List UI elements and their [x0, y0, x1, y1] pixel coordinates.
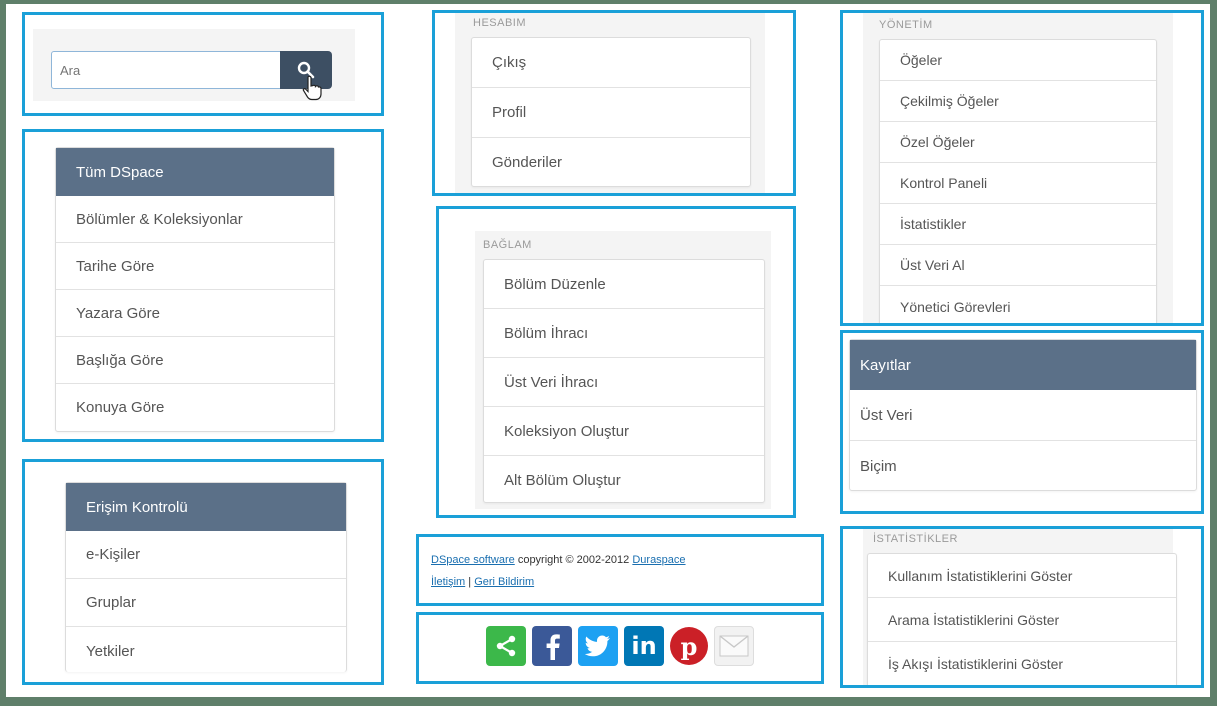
facebook-icon[interactable] [532, 626, 572, 666]
search-panel [22, 12, 384, 116]
statistics-section-label: İSTATİSTİKLER [873, 533, 958, 545]
browse-item-by-title[interactable]: Başlığa Göre [56, 337, 334, 384]
admin-section-label: YÖNETİM [879, 19, 933, 31]
context-item-create-collection[interactable]: Koleksiyon Oluştur [484, 407, 764, 456]
admin-item-curation-tasks[interactable]: Yönetici Görevleri [880, 286, 1156, 323]
account-item-profile[interactable]: Profil [472, 88, 750, 138]
account-list: Çıkış Profil Gönderiler [471, 37, 751, 187]
admin-item-items[interactable]: Öğeler [880, 40, 1156, 81]
feedback-link[interactable]: Geri Bildirim [474, 576, 534, 588]
account-item-submissions[interactable]: Gönderiler [472, 138, 750, 186]
access-item-epeople[interactable]: e-Kişiler [66, 531, 346, 579]
footer-text: DSpace software copyright © 2002-2012 Du… [419, 537, 821, 593]
copyright-text: copyright © 2002-2012 [514, 554, 633, 566]
footer-separator: | [465, 576, 475, 588]
access-control-header: Erişim Kontrolü [66, 483, 346, 531]
registry-header: Kayıtlar [850, 340, 1196, 390]
browse-panel: Tüm DSpace Bölümler & Koleksiyonlar Tari… [22, 129, 384, 442]
access-control-panel: Erişim Kontrolü e-Kişiler Gruplar Yetkil… [22, 459, 384, 685]
context-item-create-subcommunity[interactable]: Alt Bölüm Oluştur [484, 456, 764, 504]
pinterest-icon[interactable]: p [670, 627, 708, 665]
browse-item-communities[interactable]: Bölümler & Koleksiyonlar [56, 196, 334, 243]
admin-item-statistics[interactable]: İstatistikler [880, 204, 1156, 245]
social-bar: in p [419, 615, 821, 666]
context-section-label: BAĞLAM [483, 239, 532, 251]
context-item-edit-community[interactable]: Bölüm Düzenle [484, 260, 764, 309]
admin-item-import-metadata[interactable]: Üst Veri Al [880, 245, 1156, 286]
twitter-icon[interactable] [578, 626, 618, 666]
statistics-panel: İSTATİSTİKLER Kullanım İstatistiklerini … [840, 526, 1204, 688]
page-canvas: Tüm DSpace Bölümler & Koleksiyonlar Tari… [6, 4, 1210, 697]
account-panel: HESABIM Çıkış Profil Gönderiler [432, 10, 796, 196]
search-input[interactable] [51, 51, 281, 89]
registry-item-metadata[interactable]: Üst Veri [850, 390, 1196, 441]
registry-panel: Kayıtlar Üst Veri Biçim [840, 330, 1204, 514]
statistics-list: Kullanım İstatistiklerini Göster Arama İ… [867, 553, 1177, 685]
context-item-export-metadata[interactable]: Üst Veri İhracı [484, 358, 764, 407]
context-list: Bölüm Düzenle Bölüm İhracı Üst Veri İhra… [483, 259, 765, 503]
browse-item-by-author[interactable]: Yazara Göre [56, 290, 334, 337]
browse-header: Tüm DSpace [56, 148, 334, 196]
stats-item-usage[interactable]: Kullanım İstatistiklerini Göster [868, 554, 1176, 598]
admin-item-private-items[interactable]: Özel Öğeler [880, 122, 1156, 163]
stats-item-search[interactable]: Arama İstatistiklerini Göster [868, 598, 1176, 642]
browse-item-by-subject[interactable]: Konuya Göre [56, 384, 334, 431]
admin-panel: YÖNETİM Öğeler Çekilmiş Öğeler Özel Öğel… [840, 10, 1204, 326]
stats-item-workflow[interactable]: İş Akışı İstatistiklerini Göster [868, 642, 1176, 685]
admin-item-control-panel[interactable]: Kontrol Paneli [880, 163, 1156, 204]
share-icon[interactable] [486, 626, 526, 666]
access-item-groups[interactable]: Gruplar [66, 579, 346, 627]
context-item-export-community[interactable]: Bölüm İhracı [484, 309, 764, 358]
admin-list: Öğeler Çekilmiş Öğeler Özel Öğeler Kontr… [879, 39, 1157, 323]
duraspace-link[interactable]: Duraspace [632, 554, 685, 566]
access-control-list: Erişim Kontrolü e-Kişiler Gruplar Yetkil… [65, 482, 347, 672]
context-panel: BAĞLAM Bölüm Düzenle Bölüm İhracı Üst Ve… [436, 206, 796, 518]
linkedin-icon[interactable]: in [624, 626, 664, 666]
registry-list: Kayıtlar Üst Veri Biçim [849, 339, 1197, 491]
social-panel: in p [416, 612, 824, 684]
browse-item-by-date[interactable]: Tarihe Göre [56, 243, 334, 290]
dspace-software-link[interactable]: DSpace software [431, 554, 515, 566]
admin-item-withdrawn-items[interactable]: Çekilmiş Öğeler [880, 81, 1156, 122]
hand-cursor-icon [302, 75, 322, 101]
account-section-label: HESABIM [473, 17, 527, 29]
registry-item-format[interactable]: Biçim [850, 441, 1196, 491]
access-item-authorizations[interactable]: Yetkiler [66, 627, 346, 675]
footer-panel: DSpace software copyright © 2002-2012 Du… [416, 534, 824, 606]
contact-link[interactable]: İletişim [431, 576, 465, 588]
email-icon[interactable] [714, 626, 754, 666]
account-item-logout[interactable]: Çıkış [472, 38, 750, 88]
browse-list: Tüm DSpace Bölümler & Koleksiyonlar Tari… [55, 147, 335, 432]
